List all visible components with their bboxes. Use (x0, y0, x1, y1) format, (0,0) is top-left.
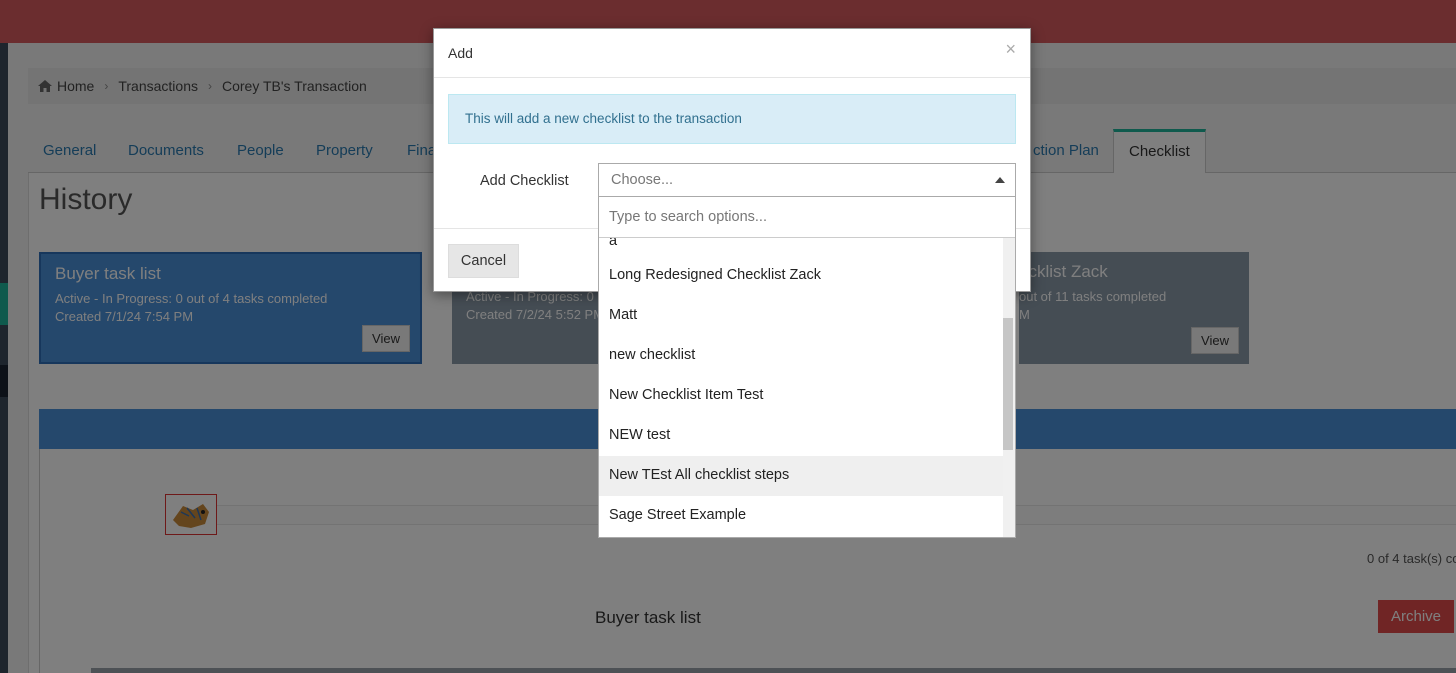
search-input[interactable] (599, 197, 1015, 238)
list-item[interactable]: NEW test (599, 416, 1003, 456)
modal-title: Add (448, 45, 473, 61)
modal-header: Add × (434, 29, 1030, 78)
add-checklist-label: Add Checklist (480, 173, 569, 189)
select-placeholder: Choose... (611, 172, 674, 188)
list-item[interactable]: Long Redesigned Checklist Zack (599, 256, 1003, 296)
info-alert: This will add a new checklist to the tra… (448, 94, 1016, 144)
list-item[interactable]: Matt (599, 296, 1003, 336)
list-item[interactable]: new checklist (599, 336, 1003, 376)
options-list: a Long Redesigned Checklist Zack Matt ne… (599, 238, 1003, 537)
list-item[interactable]: Sage Street Example (599, 496, 1003, 536)
close-icon[interactable]: × (1005, 39, 1016, 60)
list-item-highlighted[interactable]: New TEst All checklist steps (599, 456, 1003, 496)
list-item[interactable]: New Checklist Item Test (599, 376, 1003, 416)
list-item[interactable]: a (599, 238, 1003, 256)
caret-up-icon (995, 177, 1005, 183)
scrollbar-thumb[interactable] (1003, 318, 1013, 450)
cancel-button[interactable]: Cancel (448, 244, 519, 278)
select-dropdown: a Long Redesigned Checklist Zack Matt ne… (598, 197, 1016, 538)
checklist-select[interactable]: Choose... (598, 163, 1016, 197)
